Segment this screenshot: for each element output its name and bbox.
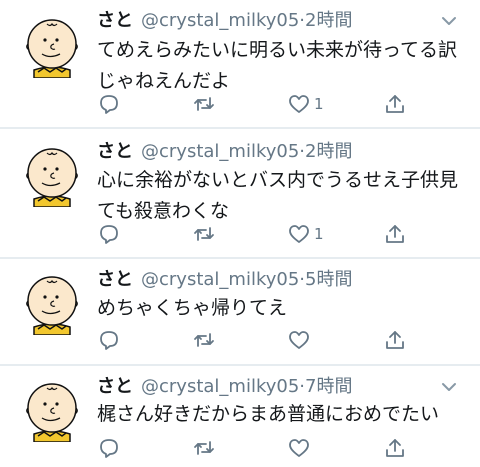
user-handle[interactable]: @crystal_milky05 — [141, 376, 299, 397]
share-button[interactable] — [383, 91, 407, 117]
display-name[interactable]: さと — [97, 376, 133, 397]
timestamp[interactable]: 5時間 — [305, 269, 352, 290]
avatar[interactable] — [20, 143, 84, 207]
like-button[interactable] — [287, 327, 314, 353]
tweet-header: さと @crystal_milky05·5時間 — [97, 267, 352, 293]
tweet[interactable]: さと @crystal_milky05·5時間 めちゃくちゃ帰りてえ — [0, 259, 480, 365]
tweet-text: てめえらみたいに明るい未来が待ってる訳じゃねえんだよ — [97, 39, 458, 92]
retweet-button[interactable] — [192, 435, 219, 461]
retweet-icon — [194, 333, 214, 347]
share-icon — [386, 95, 404, 113]
tweet-text: 心に余裕がないとバス内でうるせえ子供見ても殺意わくな — [97, 169, 459, 222]
avatar[interactable] — [20, 14, 84, 78]
retweet-icon — [194, 441, 214, 455]
share-icon — [386, 439, 404, 457]
like-count: 1 — [314, 95, 324, 113]
reply-icon — [100, 331, 118, 350]
action-bar: 1 — [97, 91, 437, 117]
avatar[interactable] — [20, 271, 84, 335]
action-bar — [97, 435, 437, 461]
share-icon — [386, 331, 404, 349]
display-name[interactable]: さと — [97, 269, 133, 290]
tweet[interactable]: さと @crystal_milky05·2時間 心に余裕がないとバス内でうるせえ子… — [0, 129, 480, 257]
display-name[interactable]: さと — [97, 10, 133, 31]
share-button[interactable] — [383, 435, 407, 461]
chevron-down-icon[interactable] — [438, 10, 460, 32]
timestamp[interactable]: 2時間 — [305, 10, 352, 31]
avatar[interactable] — [20, 378, 84, 442]
action-bar: 1 — [97, 221, 437, 247]
retweet-button[interactable] — [192, 327, 219, 353]
user-handle[interactable]: @crystal_milky05 — [141, 141, 299, 162]
retweet-button[interactable] — [192, 221, 219, 247]
like-button[interactable] — [287, 435, 314, 461]
retweet-icon — [194, 227, 214, 241]
reply-button[interactable] — [97, 91, 124, 117]
user-handle[interactable]: @crystal_milky05 — [141, 10, 299, 31]
tweet[interactable]: さと @crystal_milky05·2時間 てめえらみたいに明るい未来が待って… — [0, 0, 480, 128]
like-button[interactable]: 1 — [287, 91, 324, 117]
user-handle[interactable]: @crystal_milky05 — [141, 269, 299, 290]
heart-icon — [289, 95, 309, 113]
tweet-text: 梶さん好きだからまあ普通におめでたい — [97, 403, 440, 425]
tweet-header: さと @crystal_milky05·2時間 — [97, 139, 352, 165]
timestamp[interactable]: 2時間 — [305, 141, 352, 162]
heart-icon — [289, 439, 309, 457]
tweet-header: さと @crystal_milky05·7時間 — [97, 374, 352, 400]
display-name[interactable]: さと — [97, 141, 133, 162]
action-bar — [97, 327, 437, 353]
share-icon — [386, 225, 404, 243]
heart-icon — [289, 331, 309, 349]
reply-button[interactable] — [97, 435, 124, 461]
timestamp[interactable]: 7時間 — [305, 376, 352, 397]
chevron-down-icon[interactable] — [438, 376, 460, 398]
reply-icon — [100, 95, 118, 114]
reply-icon — [100, 225, 118, 244]
reply-icon — [100, 439, 118, 458]
tweet-text: めちゃくちゃ帰りてえ — [97, 297, 288, 319]
like-count: 1 — [314, 225, 324, 243]
reply-button[interactable] — [97, 221, 124, 247]
timeline-feed: さと @crystal_milky05·2時間 てめえらみたいに明るい未来が待って… — [0, 0, 480, 467]
tweet[interactable]: さと @crystal_milky05·7時間 梶さん好きだからまあ普通におめでた… — [0, 366, 480, 467]
share-button[interactable] — [383, 221, 407, 247]
retweet-button[interactable] — [192, 91, 219, 117]
reply-button[interactable] — [97, 327, 124, 353]
like-button[interactable]: 1 — [287, 221, 324, 247]
tweet-header: さと @crystal_milky05·2時間 — [97, 8, 352, 34]
share-button[interactable] — [383, 327, 407, 353]
heart-icon — [289, 225, 309, 243]
retweet-icon — [194, 97, 214, 111]
